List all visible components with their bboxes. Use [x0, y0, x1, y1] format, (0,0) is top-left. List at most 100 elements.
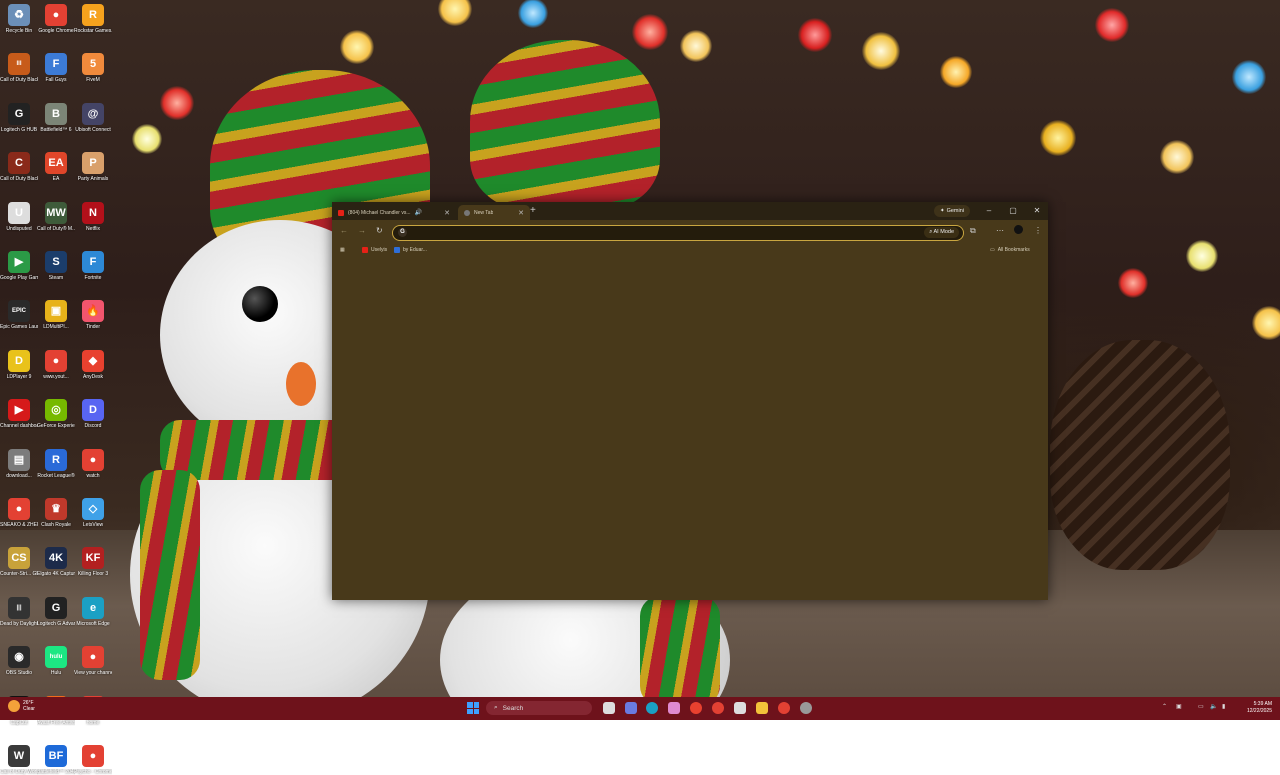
bookmark-eduar[interactable]: by Eduar...: [394, 247, 427, 253]
desktop-icon[interactable]: U Undisputed: [0, 201, 38, 232]
desktop-icon[interactable]: D Discord: [74, 399, 112, 429]
copilot-icon[interactable]: [668, 702, 680, 714]
network-icon[interactable]: ▭: [1198, 703, 1204, 710]
desktop-icon[interactable]: @ Ubisoft Connect: [74, 102, 112, 133]
desktop-icon[interactable]: S Steam: [37, 251, 75, 281]
desktop-icon[interactable]: ▶ Google Play Games: [0, 251, 38, 281]
desktop-icon[interactable]: 5 FiveM: [74, 53, 112, 83]
tray-chevron-icon[interactable]: ⌃: [1162, 703, 1167, 710]
bookmark-uselyis[interactable]: Uselyis: [362, 247, 387, 253]
back-arrow-icon[interactable]: ←: [340, 226, 348, 235]
ai-mode-label: AI Mode: [933, 229, 954, 235]
desktop-icon[interactable]: R Rockstar Games...: [74, 4, 112, 34]
ai-mode-button[interactable]: ⌕ AI Mode: [924, 227, 959, 238]
desktop-icon[interactable]: ● www.yout...: [37, 349, 75, 380]
reload-icon[interactable]: ↻: [376, 226, 383, 235]
desktop-icon-label: Elgato 4K Captur...: [37, 571, 75, 578]
desktop-icon[interactable]: B Battlefield™ 6: [37, 102, 75, 133]
desktop-icon[interactable]: ▶Channel dashboar...: [0, 399, 38, 429]
desktop-icon[interactable]: EA EA: [37, 152, 75, 182]
desktop-icon[interactable]: W Call of Duty World at War: [0, 745, 38, 775]
desktop-icon[interactable]: D LDPlayer 9: [0, 349, 38, 380]
desktop-icon[interactable]: BF Battlefield™ 2042: [37, 745, 75, 775]
profile-avatar-icon[interactable]: [1014, 225, 1023, 234]
desktop-icon[interactable]: EPICEpic Games Launcher: [0, 300, 38, 330]
folder-icon[interactable]: [756, 702, 768, 714]
desktop-icon[interactable]: F Fall Guys: [37, 53, 75, 83]
desktop-icon[interactable]: 4K Elgato 4K Captur...: [37, 547, 75, 577]
desktop-icon[interactable]: CSCounter-Stri... Global Offe...: [0, 547, 38, 577]
taskbar-clock[interactable]: 5:39 AM 12/22/2025: [1247, 701, 1272, 715]
minimize-button[interactable]: –: [978, 204, 1000, 218]
desktop-icon[interactable]: e Microsoft Edge: [74, 596, 112, 627]
new-tab-page: [332, 258, 1048, 600]
app-icon: BF: [45, 745, 67, 767]
desktop-icon[interactable]: ▣ LDMultiPl...: [37, 300, 75, 330]
desktop-icon[interactable]: IIICall of Duty Black Ops III: [0, 53, 38, 83]
speaker-icon[interactable]: 🔊: [415, 209, 422, 216]
tab-youtube[interactable]: (804) Michael Chandler vs... 🔊 ✕: [338, 205, 456, 220]
close-tab-icon[interactable]: ✕: [518, 209, 524, 217]
windows-start-icon[interactable]: [467, 702, 479, 714]
desktop-icon[interactable]: P Party Animals: [74, 152, 112, 182]
battery-icon[interactable]: ▮: [1222, 703, 1225, 710]
desktop-icon[interactable]: ● Psycho - Chrome: [74, 745, 112, 775]
desktop-icon[interactable]: hulu Hulu: [37, 646, 75, 676]
desktop-icon[interactable]: G Logitech G HUB: [0, 102, 38, 133]
calculator-icon[interactable]: [734, 702, 746, 714]
tab-new-tab[interactable]: New Tab ✕: [458, 205, 530, 220]
address-bar[interactable]: G ⌕ AI Mode: [392, 225, 964, 241]
desktop-icon[interactable]: KF Killing Floor 3: [74, 547, 112, 577]
desktop-icon[interactable]: GLogitech G Advanced...: [37, 596, 75, 627]
desktop-icon[interactable]: ● watch: [74, 448, 112, 479]
menu-kebab-icon[interactable]: ⋮: [1034, 226, 1042, 235]
taskbar-search[interactable]: ⌕ Search: [486, 701, 592, 715]
task-view-icon[interactable]: [603, 702, 615, 714]
desktop-icon[interactable]: ♻ Recycle Bin: [0, 4, 38, 34]
weather-widget[interactable]: 26°F Clear: [8, 700, 35, 712]
desktop-icon[interactable]: ● SNEAKO & ZHERKA Fi...: [0, 498, 38, 528]
bokeh-light: [680, 30, 712, 62]
side-panel-icon[interactable]: ⧉: [970, 226, 976, 236]
desktop-icon[interactable]: N Netflix: [74, 201, 112, 232]
clock-time: 5:39 AM: [1253, 701, 1272, 707]
settings-gear-icon[interactable]: [800, 702, 812, 714]
desktop-icon[interactable]: 🔥 Tinder: [74, 300, 112, 330]
extensions-icon[interactable]: ⋯: [996, 226, 1004, 235]
app-icon: KF: [82, 547, 104, 570]
desktop-icon[interactable]: ● Google Chrome: [37, 4, 75, 34]
app-icon: MW: [45, 201, 67, 224]
chrome-icon[interactable]: [778, 702, 790, 714]
desktop-icon[interactable]: ◆ AnyDesk: [74, 349, 112, 380]
forward-arrow-icon[interactable]: →: [358, 226, 366, 235]
desktop-icon-label: Microsoft Edge: [76, 620, 110, 627]
desktop-icon[interactable]: ◉ OBS Studio: [0, 646, 38, 676]
desktop-icon[interactable]: R Rocket League®: [37, 448, 75, 479]
new-tab-plus-icon[interactable]: +: [530, 205, 536, 216]
close-window-button[interactable]: ✕: [1026, 204, 1048, 218]
volume-icon[interactable]: 🔈: [1210, 703, 1217, 710]
desktop-icon[interactable]: ||| Dead by Daylight: [0, 596, 38, 627]
gemini-button[interactable]: ✦ Gemini: [933, 205, 970, 217]
chrome-icon[interactable]: [712, 702, 724, 714]
app-icon: 5: [82, 53, 104, 76]
address-input[interactable]: [411, 227, 895, 240]
desktop-icon[interactable]: ● View your channel: [74, 646, 112, 676]
desktop-icon[interactable]: F Fortnite: [74, 251, 112, 281]
desktop-icon[interactable]: ◇ LetsView: [74, 498, 112, 528]
apps-grid-icon[interactable]: ▦: [340, 247, 345, 253]
capcut-icon[interactable]: [690, 702, 702, 714]
maximize-button[interactable]: ▢: [1002, 204, 1024, 218]
desktop-icon[interactable]: ◎GeForce Experience: [37, 399, 75, 429]
file-manager-icon[interactable]: [625, 702, 637, 714]
all-bookmarks-button[interactable]: ▭ All Bookmarks: [990, 247, 1030, 253]
edge-icon[interactable]: [646, 702, 658, 714]
tray-app-icon[interactable]: ▣: [1176, 703, 1182, 710]
desktop-icon[interactable]: ♛ Clash Royale: [37, 498, 75, 528]
desktop-icon[interactable]: CCall of Duty Black Ops...: [0, 152, 38, 182]
close-tab-icon[interactable]: ✕: [444, 209, 450, 217]
desktop-icon[interactable]: ▤ download...: [0, 448, 38, 479]
snowman-scarf: [640, 596, 720, 706]
desktop-icon-label: LetsView: [82, 522, 104, 528]
desktop-icon[interactable]: MW Call of Duty® M...: [37, 201, 75, 232]
